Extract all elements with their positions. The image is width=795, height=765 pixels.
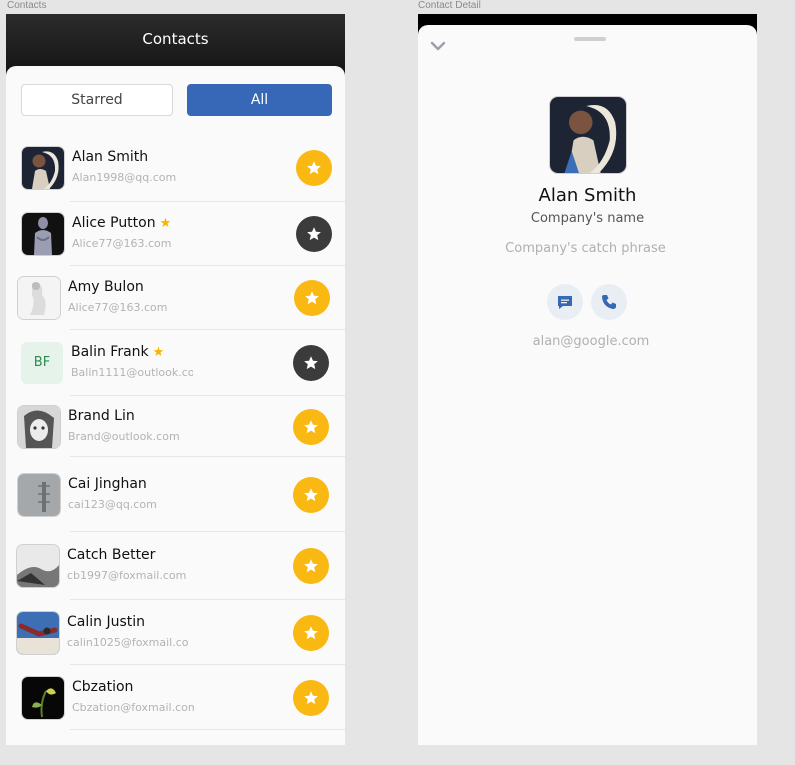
contact-email: cb1997@foxmail.com — [67, 569, 187, 582]
contact-email: Alice77@163.com — [68, 301, 168, 314]
contact-email: Alan1998@qq.com — [72, 171, 177, 184]
company-catch-phrase: Company's catch phrase — [505, 241, 666, 256]
detail-frame-label: Contact Detail — [418, 0, 481, 11]
favorite-button[interactable] — [293, 477, 329, 513]
contact-name: Cbzation — [72, 679, 133, 695]
avatar — [22, 147, 64, 189]
contact-name-text: Alan Smith — [72, 149, 149, 165]
contact-email: alan@google.com — [532, 334, 650, 349]
contact-name: Calin Justin — [67, 614, 145, 630]
company-name: Company's name — [530, 211, 645, 226]
avatar — [550, 97, 626, 173]
starred-icon: ★ — [152, 345, 165, 360]
call-button[interactable] — [591, 284, 627, 320]
contact-name: Cai Jinghan — [68, 476, 147, 492]
contacts-frame-label: Contacts — [7, 0, 47, 11]
favorite-button[interactable] — [293, 345, 329, 381]
contact-name-text: Catch Better — [67, 547, 156, 563]
favorite-button[interactable] — [296, 150, 332, 186]
contact-email: Cbzation@foxmail.com — [72, 701, 194, 714]
star-icon — [304, 559, 318, 573]
contact-name: Amy Bulon — [68, 279, 144, 295]
tab-starred[interactable]: Starred — [21, 84, 173, 116]
contact-name-text: Brand Lin — [68, 408, 135, 424]
detail-sheet: Alan Smith Company's name Company's catc… — [418, 25, 757, 745]
list-item[interactable]: Alice Putton ★ Alice77@163.com — [6, 202, 345, 266]
favorite-button[interactable] — [294, 280, 330, 316]
favorite-button[interactable] — [293, 548, 329, 584]
contacts-screen: Contacts Starred All Alan Smith Alan1998@… — [6, 14, 345, 745]
message-icon — [558, 296, 572, 309]
list-item[interactable]: Calin Justin calin1025@foxmail.com — [6, 600, 345, 665]
contact-name-text: Alice Putton — [72, 215, 156, 231]
contact-name-text: Cbzation — [72, 679, 134, 695]
star-icon — [304, 626, 318, 640]
avatar — [17, 545, 59, 587]
star-icon — [307, 227, 321, 241]
contact-name: Alan Smith — [538, 185, 637, 206]
avatar — [22, 677, 64, 719]
star-icon — [304, 488, 318, 502]
favorite-button[interactable] — [296, 216, 332, 252]
avatar — [17, 612, 59, 654]
star-icon — [307, 161, 321, 175]
contact-name: Alan Smith — [72, 149, 148, 165]
message-button[interactable] — [547, 284, 583, 320]
contact-email: cai123@qq.com — [68, 498, 157, 511]
favorite-button[interactable] — [293, 680, 329, 716]
list-item[interactable]: Brand Lin Brand@outlook.com — [6, 396, 345, 457]
contact-email: Balin1111@outlook.com — [71, 366, 193, 379]
contact-name: Brand Lin — [68, 408, 135, 424]
contacts-sheet: Starred All Alan Smith Alan1998@qq.com Ali… — [6, 66, 345, 745]
contact-name-text: Amy Bulon — [68, 279, 144, 295]
phone-icon — [602, 295, 616, 309]
contact-name: Alice Putton ★ — [72, 215, 171, 231]
list-item[interactable]: Catch Better cb1997@foxmail.com — [6, 532, 345, 600]
avatar — [22, 213, 64, 255]
list-item[interactable]: Alan Smith Alan1998@qq.com — [6, 134, 345, 202]
list-item[interactable]: Cai Jinghan cai123@qq.com — [6, 457, 345, 532]
star-icon — [304, 356, 318, 370]
contact-email: Alice77@163.com — [72, 237, 172, 250]
list-item[interactable]: Amy Bulon Alice77@163.com — [6, 266, 345, 330]
contact-name-text: Balin Frank — [71, 344, 149, 360]
contact-name: Catch Better — [67, 547, 155, 563]
favorite-button[interactable] — [293, 615, 329, 651]
contact-email: Brand@outlook.com — [68, 430, 180, 443]
list-item[interactable]: BF Balin Frank ★ Balin1111@outlook.com — [6, 330, 345, 396]
avatar — [18, 406, 60, 448]
favorite-button[interactable] — [293, 409, 329, 445]
contact-name: Balin Frank ★ — [71, 344, 164, 360]
filter-segmented-control: Starred All — [21, 84, 332, 116]
star-icon — [305, 291, 319, 305]
star-icon — [304, 691, 318, 705]
starred-icon: ★ — [159, 216, 172, 231]
contact-email: calin1025@foxmail.com — [67, 636, 189, 649]
avatar — [18, 277, 60, 319]
avatar — [18, 474, 60, 516]
avatar: BF — [21, 342, 63, 384]
contact-detail-screen: Alan Smith Company's name Company's catc… — [418, 14, 757, 745]
list-item[interactable]: Cbzation Cbzation@foxmail.com — [6, 665, 345, 730]
chevron-down-icon[interactable] — [430, 40, 446, 52]
contact-name-text: Calin Justin — [67, 614, 146, 630]
tab-all[interactable]: All — [187, 84, 332, 116]
divider — [70, 729, 345, 730]
star-icon — [304, 420, 318, 434]
sheet-grabber[interactable] — [574, 37, 606, 41]
contact-name-text: Cai Jinghan — [68, 476, 147, 492]
contacts-title: Contacts — [142, 30, 209, 48]
